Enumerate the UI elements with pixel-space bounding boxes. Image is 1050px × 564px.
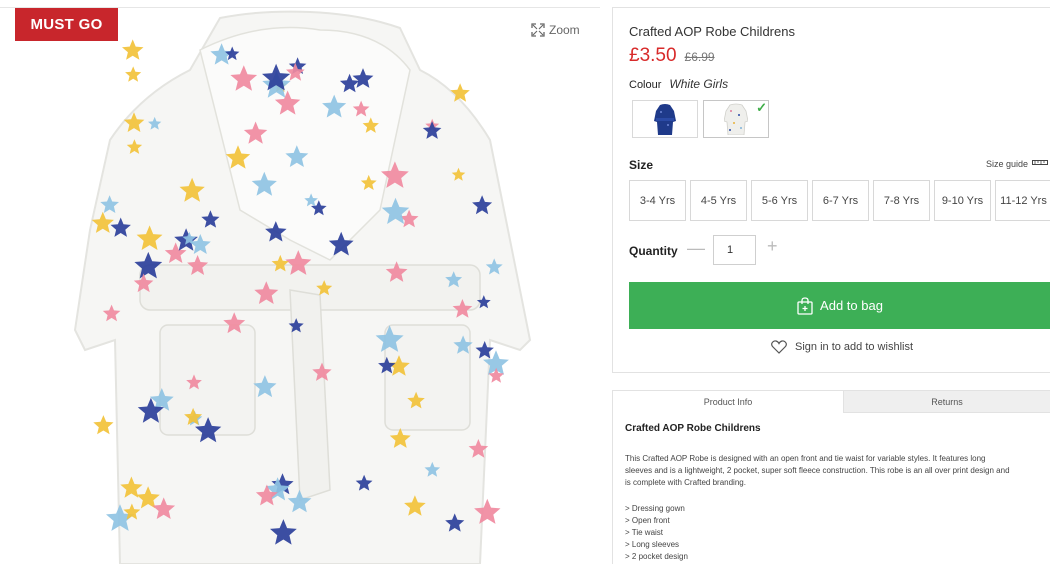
size-guide-label: Size guide xyxy=(985,159,1028,169)
colour-value: White Girls xyxy=(669,77,729,91)
add-to-bag-button[interactable]: Add to bag xyxy=(629,282,1050,329)
list-item: > Long sleeves xyxy=(625,540,680,549)
size-option[interactable]: 5-6 Yrs xyxy=(751,180,808,221)
quantity-label: Quantity xyxy=(629,244,678,258)
must-go-badge: MUST GO xyxy=(15,8,118,41)
wishlist-label: Sign in to add to wishlist xyxy=(795,341,914,353)
quantity-increase-button[interactable]: + xyxy=(767,236,778,257)
current-price: £3.50 xyxy=(629,45,677,66)
navy-robe-thumbnail xyxy=(654,104,676,135)
product-title: Crafted AOP Robe Childrens xyxy=(629,24,795,39)
list-item: > Open front xyxy=(625,516,670,525)
size-label: Size xyxy=(629,158,654,172)
was-price: £6.99 xyxy=(684,50,715,64)
price-row: £3.50 £6.99 xyxy=(629,45,715,67)
list-item: > 2 pocket design xyxy=(625,552,688,561)
description-line: sleeves and is a lightweight, 2 pocket, … xyxy=(625,466,1010,475)
size-option[interactable]: 3-4 Yrs xyxy=(629,180,686,221)
colour-label: Colour xyxy=(629,79,662,91)
quantity-input[interactable]: 1 xyxy=(713,235,756,265)
size-option[interactable]: 9-10 Yrs xyxy=(934,180,991,221)
swatch-navy[interactable] xyxy=(632,100,698,138)
buy-box: Crafted AOP Robe Childrens £3.50 £6.99 C… xyxy=(612,7,1050,373)
add-to-bag-label: Add to bag xyxy=(820,298,883,313)
description-line: is complete with Crafted branding. xyxy=(625,478,746,487)
product-info-section: Product Info Returns Crafted AOP Robe Ch… xyxy=(612,390,1050,564)
ruler-icon xyxy=(1032,160,1048,165)
heart-icon xyxy=(771,340,787,354)
size-options: 3-4 Yrs 4-5 Yrs 5-6 Yrs 6-7 Yrs 7-8 Yrs … xyxy=(629,180,1050,221)
tab-product-info[interactable]: Product Info xyxy=(613,391,844,413)
list-item: > Tie waist xyxy=(625,528,664,537)
white-robe-thumbnail xyxy=(724,103,748,135)
size-option[interactable]: 11-12 Yrs xyxy=(995,180,1050,221)
shopping-bag-icon xyxy=(797,296,813,315)
list-item: > Dressing gown xyxy=(625,504,685,513)
tab-returns[interactable]: Returns xyxy=(844,391,1050,413)
info-tabs: Product Info Returns xyxy=(613,391,1050,413)
zoom-label: Zoom xyxy=(549,23,580,37)
wishlist-link[interactable]: Sign in to add to wishlist xyxy=(771,340,913,354)
info-title: Crafted AOP Robe Childrens xyxy=(625,423,761,434)
product-image[interactable] xyxy=(60,10,540,564)
quantity-decrease-button[interactable]: — xyxy=(687,238,705,259)
size-option[interactable]: 7-8 Yrs xyxy=(873,180,930,221)
selected-check-icon: ✓ xyxy=(756,100,767,115)
star-pattern-mark xyxy=(122,39,144,60)
product-image-panel: MUST GO Zoom xyxy=(0,0,600,564)
zoom-button[interactable]: Zoom xyxy=(531,23,580,37)
colour-swatches: ✓ xyxy=(632,100,769,138)
size-option[interactable]: 6-7 Yrs xyxy=(812,180,869,221)
size-guide-link[interactable]: Size guide xyxy=(986,159,1048,169)
feature-list: > Dressing gown > Open front > Tie waist… xyxy=(625,503,688,563)
star-pattern-mark xyxy=(125,66,142,82)
star-pattern-mark xyxy=(93,415,114,435)
colour-row: Colour White Girls xyxy=(629,77,728,91)
expand-icon xyxy=(531,23,545,37)
swatch-white-girls[interactable]: ✓ xyxy=(703,100,769,138)
size-option[interactable]: 4-5 Yrs xyxy=(690,180,747,221)
info-description: This Crafted AOP Robe is designed with a… xyxy=(625,453,1050,489)
description-line: This Crafted AOP Robe is designed with a… xyxy=(625,454,986,463)
